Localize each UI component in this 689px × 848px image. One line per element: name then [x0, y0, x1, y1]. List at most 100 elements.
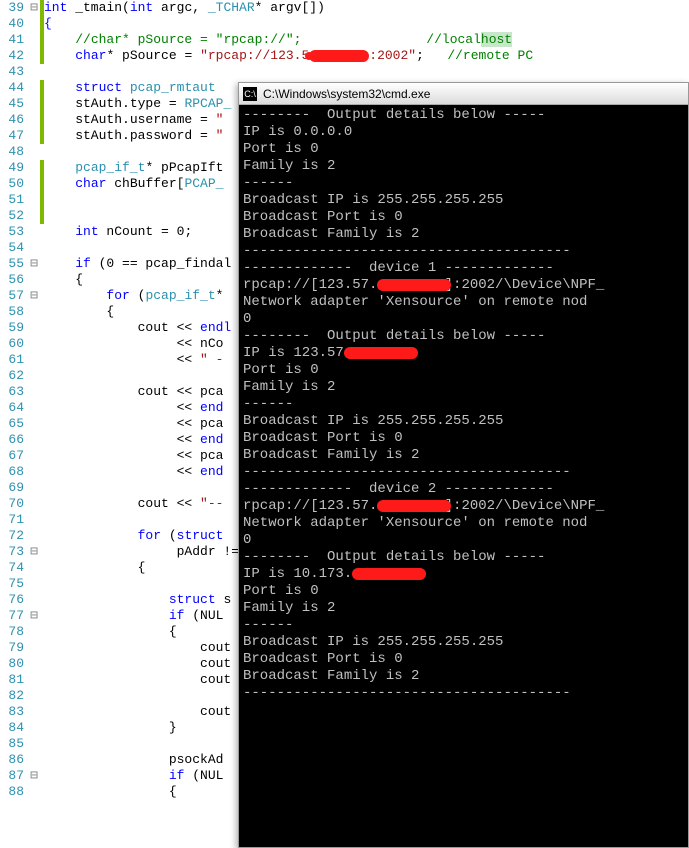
- console-line: Broadcast Port is 0: [243, 430, 684, 447]
- fold-toggle[interactable]: ⊟: [28, 0, 40, 16]
- redaction-mark: [352, 566, 419, 582]
- line-number: 52: [0, 208, 24, 224]
- console-title: C:\Windows\system32\cmd.exe: [263, 87, 430, 101]
- console-titlebar[interactable]: C:\ C:\Windows\system32\cmd.exe: [239, 83, 688, 105]
- console-line: Network adapter 'Xensource' on remote no…: [243, 294, 684, 311]
- line-number: 67: [0, 448, 24, 464]
- line-number: 87: [0, 768, 24, 784]
- console-line: Family is 2: [243, 600, 684, 617]
- console-line: -------- Output details below -----: [243, 549, 684, 566]
- line-number: 42: [0, 48, 24, 64]
- line-number: 79: [0, 640, 24, 656]
- fold-toggle: [28, 416, 40, 432]
- fold-toggle: [28, 240, 40, 256]
- fold-toggle: [28, 32, 40, 48]
- console-line: Family is 2: [243, 158, 684, 175]
- console-line: ------: [243, 175, 684, 192]
- console-line: ------------- device 2 -------------: [243, 481, 684, 498]
- fold-toggle: [28, 368, 40, 384]
- fold-column[interactable]: ⊟ ⊟ ⊟ ⊟ ⊟ ⊟: [28, 0, 40, 848]
- line-number: 81: [0, 672, 24, 688]
- console-output[interactable]: -------- Output details below -----IP is…: [239, 105, 688, 847]
- console-line: Broadcast Family is 2: [243, 447, 684, 464]
- line-number: 55: [0, 256, 24, 272]
- code-line[interactable]: {: [44, 16, 689, 32]
- line-number: 76: [0, 592, 24, 608]
- fold-toggle[interactable]: ⊟: [28, 544, 40, 560]
- fold-toggle: [28, 480, 40, 496]
- console-line: IP is 10.173.: [243, 566, 684, 583]
- line-number: 44: [0, 80, 24, 96]
- line-number: 73: [0, 544, 24, 560]
- fold-toggle: [28, 512, 40, 528]
- fold-toggle: [28, 80, 40, 96]
- console-line: -------- Output details below -----: [243, 328, 684, 345]
- fold-toggle: [28, 640, 40, 656]
- fold-toggle: [28, 432, 40, 448]
- fold-toggle: [28, 128, 40, 144]
- line-number: 71: [0, 512, 24, 528]
- line-number: 57: [0, 288, 24, 304]
- console-line: Broadcast Port is 0: [243, 209, 684, 226]
- line-number: 84: [0, 720, 24, 736]
- console-line: Broadcast IP is 255.255.255.255: [243, 634, 684, 651]
- line-number: 43: [0, 64, 24, 80]
- line-number: 41: [0, 32, 24, 48]
- console-line: ---------------------------------------: [243, 243, 684, 260]
- code-line[interactable]: //char* pSource = "rpcap://"; //localhos…: [44, 32, 689, 48]
- line-number: 77: [0, 608, 24, 624]
- fold-toggle: [28, 64, 40, 80]
- console-line: ---------------------------------------: [243, 685, 684, 702]
- line-number: 59: [0, 320, 24, 336]
- fold-toggle: [28, 560, 40, 576]
- fold-toggle: [28, 592, 40, 608]
- line-number: 83: [0, 704, 24, 720]
- fold-toggle[interactable]: ⊟: [28, 256, 40, 272]
- fold-toggle[interactable]: ⊟: [28, 608, 40, 624]
- fold-toggle: [28, 16, 40, 32]
- redaction-mark: [344, 345, 411, 361]
- line-number: 78: [0, 624, 24, 640]
- line-number: 53: [0, 224, 24, 240]
- line-number: 60: [0, 336, 24, 352]
- line-number: 75: [0, 576, 24, 592]
- redaction-mark: [377, 277, 444, 293]
- console-line: Port is 0: [243, 362, 684, 379]
- fold-toggle: [28, 192, 40, 208]
- console-line: ------: [243, 396, 684, 413]
- code-line[interactable]: int _tmain(int argc, _TCHAR* argv[]): [44, 0, 689, 16]
- fold-toggle: [28, 112, 40, 128]
- fold-toggle[interactable]: ⊟: [28, 288, 40, 304]
- fold-toggle: [28, 784, 40, 800]
- console-line: rpcap://[123.57. ]:2002/\Device\NPF_: [243, 498, 684, 515]
- fold-toggle: [28, 272, 40, 288]
- line-number: 47: [0, 128, 24, 144]
- fold-toggle: [28, 624, 40, 640]
- fold-toggle: [28, 176, 40, 192]
- console-line: Broadcast IP is 255.255.255.255: [243, 413, 684, 430]
- fold-toggle: [28, 336, 40, 352]
- line-number: 49: [0, 160, 24, 176]
- line-number: 88: [0, 784, 24, 800]
- line-number: 66: [0, 432, 24, 448]
- fold-toggle: [28, 224, 40, 240]
- console-line: Broadcast Family is 2: [243, 668, 684, 685]
- console-line: ------: [243, 617, 684, 634]
- line-number: 50: [0, 176, 24, 192]
- fold-toggle: [28, 528, 40, 544]
- console-line: Port is 0: [243, 583, 684, 600]
- fold-toggle[interactable]: ⊟: [28, 768, 40, 784]
- console-window[interactable]: C:\ C:\Windows\system32\cmd.exe --------…: [238, 82, 689, 848]
- line-number: 58: [0, 304, 24, 320]
- line-number: 72: [0, 528, 24, 544]
- line-number: 86: [0, 752, 24, 768]
- line-number: 82: [0, 688, 24, 704]
- fold-toggle: [28, 448, 40, 464]
- fold-toggle: [28, 384, 40, 400]
- line-number: 80: [0, 656, 24, 672]
- console-line: ---------------------------------------: [243, 464, 684, 481]
- code-line[interactable]: [44, 64, 689, 80]
- fold-toggle: [28, 48, 40, 64]
- code-line[interactable]: char* pSource = "rpcap://123.5:2002"; //…: [44, 48, 689, 64]
- line-number: 85: [0, 736, 24, 752]
